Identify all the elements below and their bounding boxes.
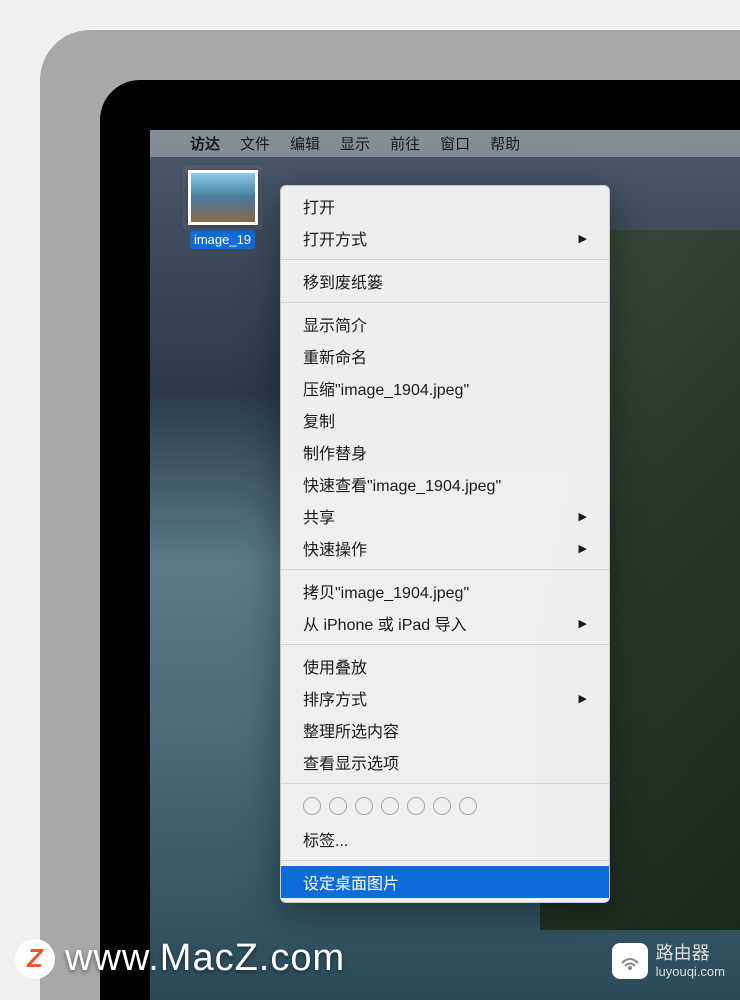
menu-divider xyxy=(281,783,609,784)
menu-item-label: 共享 xyxy=(303,504,335,528)
context-menu-item[interactable]: 移到废纸篓 xyxy=(281,265,609,297)
menu-item-label: 移到废纸篓 xyxy=(303,269,383,293)
menu-item-label: 打开方式 xyxy=(303,226,367,250)
menu-item-label: 快速查看"image_1904.jpeg" xyxy=(303,472,501,496)
context-menu-item[interactable]: 重新命名 xyxy=(281,340,609,372)
menu-item-label: 快速操作 xyxy=(303,536,367,560)
menubar-help[interactable]: 帮助 xyxy=(490,133,520,154)
submenu-arrow-icon: ▶ xyxy=(579,542,587,555)
menu-item-label: 打开 xyxy=(303,194,335,218)
screen: 访达 文件 编辑 显示 前往 窗口 帮助 image_19 打开打开方式 ▶ 移到废… xyxy=(150,130,740,1000)
watermark-right: 路由器 luyouqi.com xyxy=(612,943,725,980)
menubar: 访达 文件 编辑 显示 前往 窗口 帮助 xyxy=(150,130,740,157)
tags-row xyxy=(281,789,609,823)
menubar-go[interactable]: 前往 xyxy=(390,133,420,154)
context-menu-set-desktop[interactable]: 设定桌面图片 xyxy=(281,866,609,898)
submenu-arrow-icon: ▶ xyxy=(579,617,587,630)
context-menu-item[interactable]: 快速操作 ▶ xyxy=(281,532,609,564)
laptop-bezel-inner: 访达 文件 编辑 显示 前往 窗口 帮助 image_19 打开打开方式 ▶ 移到废… xyxy=(100,80,740,1000)
router-subtitle: luyouqi.com xyxy=(656,964,725,980)
menu-item-label: 设定桌面图片 xyxy=(303,870,399,894)
menubar-view[interactable]: 显示 xyxy=(340,133,370,154)
context-menu-item[interactable]: 排序方式 ▶ xyxy=(281,682,609,714)
menu-item-label: 标签... xyxy=(303,827,348,851)
context-menu-item[interactable]: 拷贝"image_1904.jpeg" xyxy=(281,575,609,607)
menu-item-label: 复制 xyxy=(303,408,335,432)
menu-item-label: 拷贝"image_1904.jpeg" xyxy=(303,579,469,603)
menu-item-label: 压缩"image_1904.jpeg" xyxy=(303,376,469,400)
context-menu-item[interactable]: 显示简介 xyxy=(281,308,609,340)
menu-item-label: 整理所选内容 xyxy=(303,718,399,742)
tag-color-circle[interactable] xyxy=(407,797,425,815)
menu-divider xyxy=(281,302,609,303)
context-menu-item[interactable]: 复制 xyxy=(281,404,609,436)
file-thumbnail xyxy=(188,170,258,225)
menu-divider xyxy=(281,569,609,570)
macz-logo-icon: Z xyxy=(15,939,55,979)
context-menu-tags[interactable]: 标签... xyxy=(281,823,609,855)
menu-item-label: 从 iPhone 或 iPad 导入 xyxy=(303,611,467,635)
context-menu-item[interactable]: 快速查看"image_1904.jpeg" xyxy=(281,468,609,500)
context-menu: 打开打开方式 ▶ 移到废纸篓显示简介重新命名压缩"image_1904.jpeg" 复… xyxy=(280,185,610,903)
tag-color-circle[interactable] xyxy=(381,797,399,815)
tag-color-circle[interactable] xyxy=(303,797,321,815)
menubar-file[interactable]: 文件 xyxy=(240,133,270,154)
context-menu-item[interactable]: 打开方式 ▶ xyxy=(281,222,609,254)
menu-divider xyxy=(281,860,609,861)
context-menu-item[interactable]: 查看显示选项 xyxy=(281,746,609,778)
tag-color-circle[interactable] xyxy=(329,797,347,815)
menubar-window[interactable]: 窗口 xyxy=(440,133,470,154)
context-menu-item[interactable]: 从 iPhone 或 iPad 导入 ▶ xyxy=(281,607,609,639)
watermark-url: www.MacZ.com xyxy=(65,937,345,980)
menu-item-label: 使用叠放 xyxy=(303,654,367,678)
menu-item-label: 重新命名 xyxy=(303,344,367,368)
submenu-arrow-icon: ▶ xyxy=(579,510,587,523)
tag-color-circle[interactable] xyxy=(355,797,373,815)
menu-item-label: 查看显示选项 xyxy=(303,750,399,774)
watermark-left: Z www.MacZ.com xyxy=(15,937,345,980)
submenu-arrow-icon: ▶ xyxy=(579,692,587,705)
context-menu-item[interactable]: 使用叠放 xyxy=(281,650,609,682)
router-logo-icon xyxy=(612,943,648,979)
context-menu-item[interactable]: 压缩"image_1904.jpeg" xyxy=(281,372,609,404)
menu-divider xyxy=(281,259,609,260)
menubar-edit[interactable]: 编辑 xyxy=(290,133,320,154)
menu-item-label: 显示简介 xyxy=(303,312,367,336)
context-menu-item[interactable]: 共享 ▶ xyxy=(281,500,609,532)
menu-item-label: 排序方式 xyxy=(303,686,367,710)
laptop-bezel-outer: 访达 文件 编辑 显示 前往 窗口 帮助 image_19 打开打开方式 ▶ 移到废… xyxy=(40,30,740,1000)
context-menu-item[interactable]: 制作替身 xyxy=(281,436,609,468)
context-menu-item[interactable]: 打开 xyxy=(281,190,609,222)
menubar-app-name[interactable]: 访达 xyxy=(190,133,220,154)
menu-item-label: 制作替身 xyxy=(303,440,367,464)
submenu-arrow-icon: ▶ xyxy=(579,232,587,245)
menu-divider xyxy=(281,644,609,645)
file-label: image_19 xyxy=(190,230,255,249)
tag-color-circle[interactable] xyxy=(433,797,451,815)
desktop-file-icon[interactable]: image_19 xyxy=(180,170,265,254)
router-title: 路由器 xyxy=(656,943,725,965)
context-menu-item[interactable]: 整理所选内容 xyxy=(281,714,609,746)
tag-color-circle[interactable] xyxy=(459,797,477,815)
